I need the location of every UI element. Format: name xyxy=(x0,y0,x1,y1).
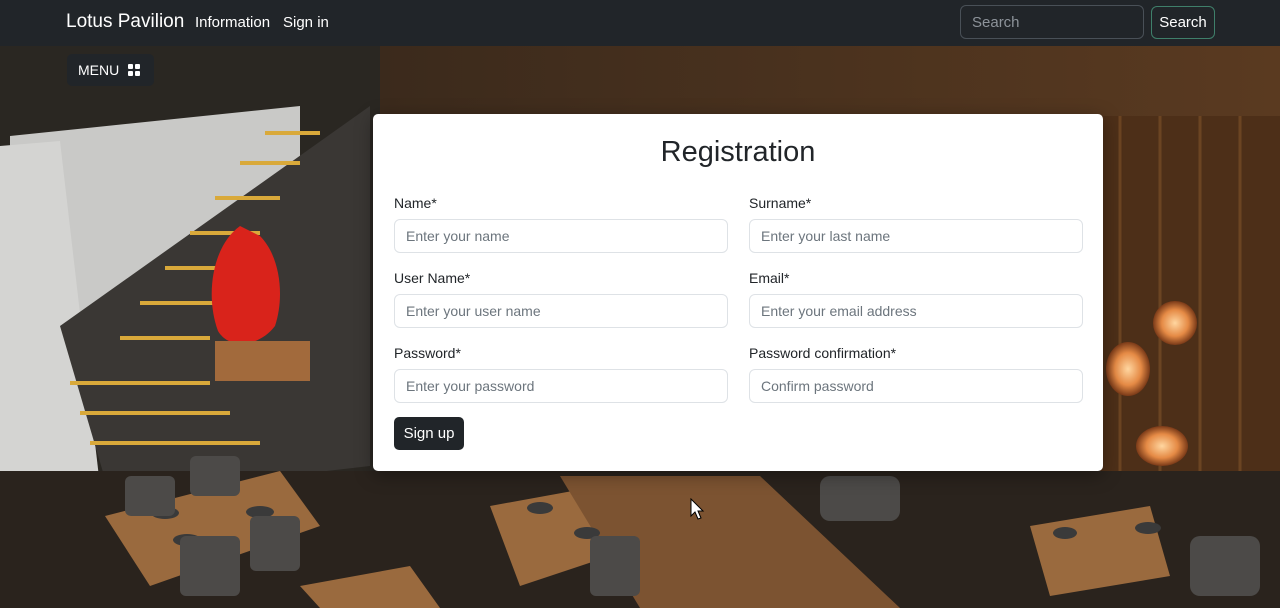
registration-card: Registration Name* Surname* User Name* E… xyxy=(373,114,1103,471)
password-confirmation-input[interactable] xyxy=(749,369,1083,403)
search-button[interactable]: Search xyxy=(1151,6,1215,39)
email-label: Email* xyxy=(749,270,790,286)
name-label: Name* xyxy=(394,195,437,211)
nav-link-information[interactable]: Information xyxy=(195,14,270,31)
menu-button[interactable]: MENU xyxy=(67,54,154,86)
search-input[interactable] xyxy=(960,5,1144,39)
password-label: Password* xyxy=(394,345,461,361)
name-input[interactable] xyxy=(394,219,728,253)
mouse-cursor-icon xyxy=(690,498,705,520)
menu-button-label: MENU xyxy=(78,62,120,78)
registration-title: Registration xyxy=(660,136,816,168)
brand-link[interactable]: Lotus Pavilion xyxy=(66,11,184,33)
grid-icon xyxy=(128,64,141,76)
surname-input[interactable] xyxy=(749,219,1083,253)
surname-label: Surname* xyxy=(749,195,812,211)
password-confirmation-label: Password confirmation* xyxy=(749,345,897,361)
password-input[interactable] xyxy=(394,369,728,403)
nav-link-sign-in[interactable]: Sign in xyxy=(283,14,329,31)
sign-up-button[interactable]: Sign up xyxy=(394,417,464,450)
email-input[interactable] xyxy=(749,294,1083,328)
top-navbar: Lotus Pavilion Information Sign in Searc… xyxy=(0,0,1280,46)
username-label: User Name* xyxy=(394,270,471,286)
username-input[interactable] xyxy=(394,294,728,328)
